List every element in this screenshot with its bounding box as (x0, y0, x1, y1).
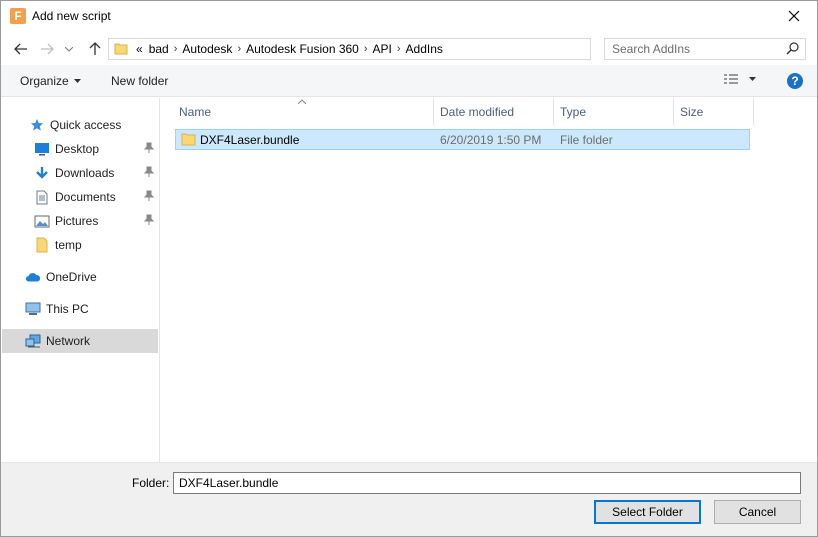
pin-icon[interactable] (143, 190, 155, 205)
breadcrumb-separator[interactable]: › (395, 43, 403, 55)
breadcrumb: « bad › Autodesk › Autodesk Fusion 360 ›… (133, 42, 446, 56)
file-dialog: F Add new script « bad › Autodesk › Auto… (0, 0, 818, 537)
sidebar-item-this-pc[interactable]: This PC (2, 297, 158, 321)
file-list: Name Date modified Type Size DXF4Laser.b… (161, 98, 817, 462)
new-folder-button[interactable]: New folder (111, 74, 168, 88)
column-header-date[interactable]: Date modified (434, 98, 554, 125)
column-header-label: Date modified (440, 104, 515, 119)
caret-down-icon (749, 77, 756, 81)
pin-icon[interactable] (143, 166, 155, 181)
sidebar-item-label: Downloads (55, 166, 115, 180)
column-header-type[interactable]: Type (554, 98, 674, 125)
command-bar: Organize New folder ? (1, 65, 817, 97)
arrow-up-icon (89, 42, 101, 55)
column-header-label: Type (560, 104, 587, 119)
title-bar: F Add new script (1, 1, 817, 32)
search-icon[interactable] (786, 42, 799, 58)
select-folder-button[interactable]: Select Folder (594, 500, 701, 524)
sidebar-item-label: Quick access (50, 118, 122, 132)
cancel-button[interactable]: Cancel (714, 500, 801, 524)
sidebar-item-onedrive[interactable]: OneDrive (2, 265, 158, 289)
breadcrumb-overflow[interactable]: « (133, 42, 146, 56)
desktop-icon (34, 141, 50, 157)
address-row: « bad › Autodesk › Autodesk Fusion 360 ›… (1, 34, 817, 64)
breadcrumb-item[interactable]: API (370, 42, 395, 56)
sidebar-item-label: temp (55, 238, 82, 252)
fusion-app-icon: F (10, 8, 26, 24)
back-button[interactable] (11, 39, 31, 59)
sidebar-item-downloads[interactable]: Downloads (2, 161, 158, 185)
sidebar-item-pictures[interactable]: Pictures (2, 209, 158, 233)
sidebar-item-label: Network (46, 334, 91, 348)
arrow-left-icon (14, 43, 27, 55)
search-input[interactable] (605, 39, 780, 59)
breadcrumb-item[interactable]: AddIns (403, 42, 446, 56)
details-view-icon (724, 74, 738, 84)
breadcrumb-item[interactable]: Autodesk Fusion 360 (243, 42, 362, 56)
chevron-down-icon (65, 46, 73, 52)
column-header-label: Name (179, 104, 212, 119)
sidebar-item-quick-access[interactable]: Quick access (2, 113, 158, 137)
sidebar-item-temp[interactable]: temp (2, 233, 158, 257)
picture-icon (34, 213, 50, 229)
sidebar-item-label: This PC (46, 302, 89, 316)
breadcrumb-separator[interactable]: › (172, 43, 180, 55)
table-row[interactable]: DXF4Laser.bundle 6/20/2019 1:50 PM File … (175, 129, 750, 150)
breadcrumb-separator[interactable]: › (362, 43, 370, 55)
file-date: 6/20/2019 1:50 PM (440, 133, 542, 147)
breadcrumb-item[interactable]: bad (146, 42, 172, 56)
close-icon (788, 10, 800, 22)
download-icon (34, 165, 50, 181)
column-header-size[interactable]: Size (674, 98, 754, 125)
star-icon (29, 117, 45, 133)
document-icon (34, 189, 50, 205)
breadcrumb-item[interactable]: Autodesk (179, 42, 235, 56)
file-type: File folder (560, 133, 613, 147)
change-view-button[interactable] (723, 72, 756, 86)
search-box (604, 38, 806, 60)
sidebar-item-network[interactable]: Network (2, 329, 158, 353)
sidebar-item-documents[interactable]: Documents (2, 185, 158, 209)
column-header-name[interactable]: Name (173, 98, 434, 125)
up-button[interactable] (85, 39, 105, 59)
network-icon (25, 333, 41, 349)
folder-label: Folder: (132, 476, 170, 490)
sidebar-item-label: Desktop (55, 142, 100, 156)
folder-icon (181, 132, 196, 149)
close-button[interactable] (771, 1, 817, 31)
caret-down-icon (73, 79, 81, 83)
sidebar-item-label: Documents (55, 190, 116, 204)
pin-icon[interactable] (143, 142, 155, 157)
sidebar-item-desktop[interactable]: Desktop (2, 137, 158, 161)
recent-locations-button[interactable] (59, 39, 79, 59)
column-header-label: Size (680, 104, 704, 119)
dialog-footer: Folder: Select Folder Cancel (1, 462, 817, 536)
address-bar[interactable]: « bad › Autodesk › Autodesk Fusion 360 ›… (108, 38, 696, 60)
arrow-right-icon (41, 43, 54, 55)
breadcrumb-separator[interactable]: › (235, 43, 243, 55)
organize-label: Organize (20, 74, 69, 88)
organize-button[interactable]: Organize (20, 74, 81, 88)
file-name: DXF4Laser.bundle (200, 133, 300, 147)
folder-icon (114, 42, 128, 59)
computer-icon (25, 301, 41, 317)
folder-icon (34, 237, 50, 253)
navigation-pane: Quick access Desktop Downloads Documents… (1, 98, 160, 462)
sidebar-item-label: Pictures (55, 214, 99, 228)
cloud-icon (25, 269, 41, 285)
help-icon[interactable]: ? (787, 73, 803, 89)
window-title: Add new script (32, 9, 111, 23)
sidebar-item-label: OneDrive (46, 270, 97, 284)
folder-name-input[interactable] (173, 472, 801, 494)
pin-icon[interactable] (143, 214, 155, 229)
new-folder-label: New folder (111, 74, 169, 88)
forward-button[interactable] (37, 39, 57, 59)
